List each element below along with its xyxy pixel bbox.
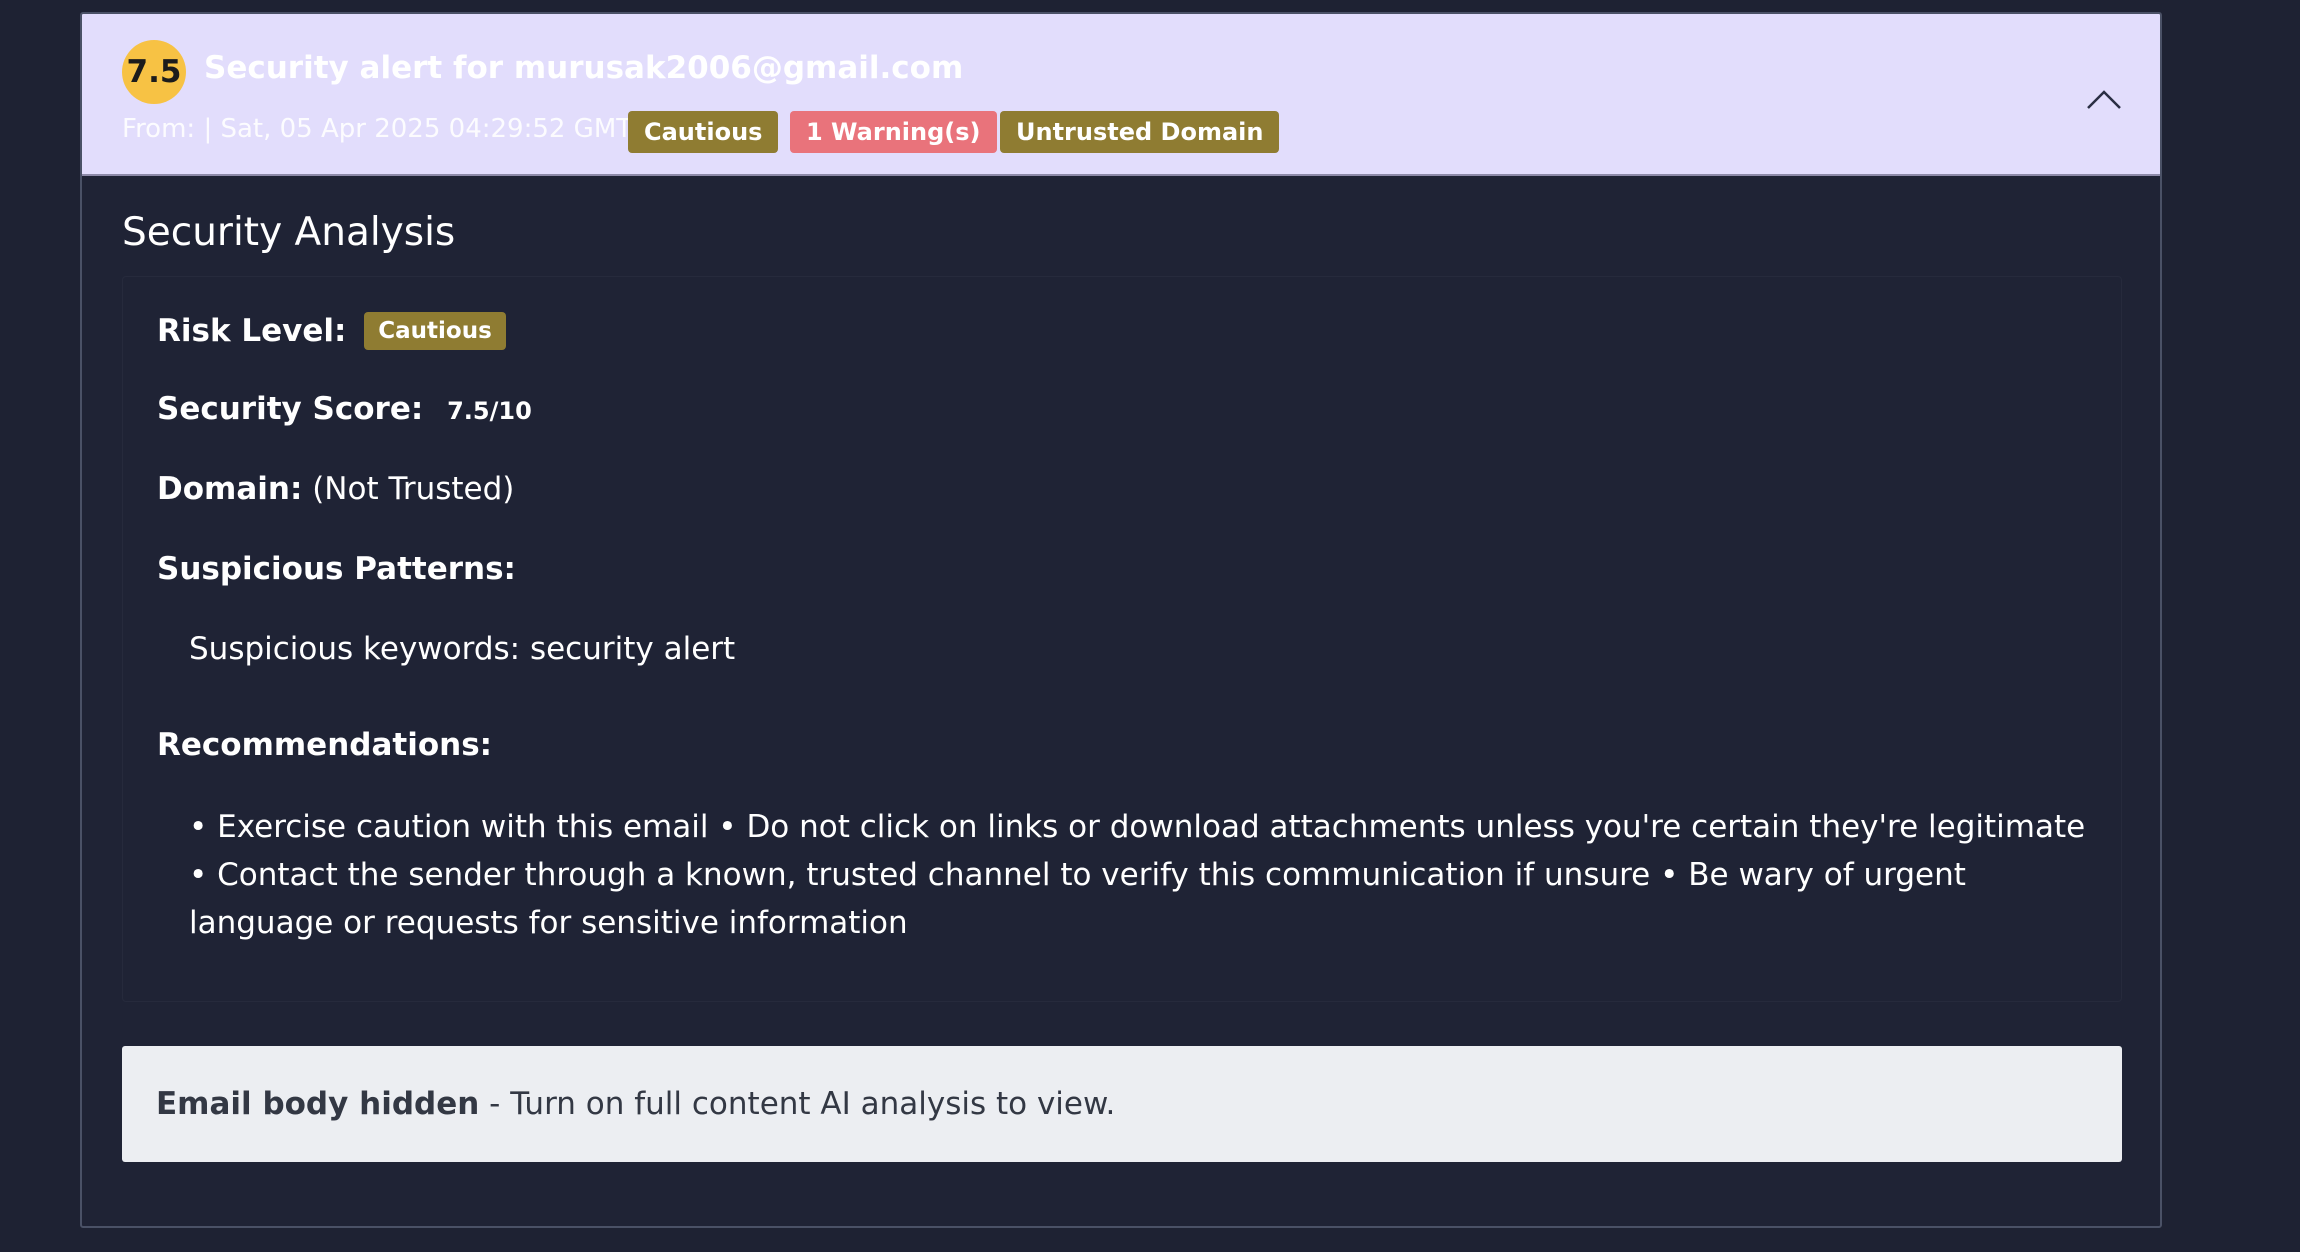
domain-value: (Not Trusted) [312,471,515,507]
analysis-panel: Risk Level: Cautious Security Score: 7.5… [122,276,2122,1002]
email-body-hidden-notice: Email body hidden - Turn on full content… [122,1046,2122,1162]
chevron-up-icon[interactable] [2084,84,2124,114]
warnings-badge: 1 Warning(s) [790,111,997,153]
security-score-value: 7.5/10 [447,397,532,425]
email-from-date: From: | Sat, 05 Apr 2025 04:29:52 GMT [122,114,633,144]
security-score-label: Security Score: [157,391,424,427]
suspicious-patterns-label: Suspicious Patterns: [157,551,516,587]
untrusted-domain-badge: Untrusted Domain [1000,111,1280,153]
domain-row: Domain: (Not Trusted) [157,471,514,507]
recommendations-text: • Exercise caution with this email • Do … [189,809,2086,941]
email-security-card: 7.5 Security alert for murusak2006@gmail… [80,12,2162,1228]
security-score-row: Security Score: 7.5/10 [157,391,532,427]
email-header[interactable]: 7.5 Security alert for murusak2006@gmail… [82,14,2160,176]
body-hidden-text: - Turn on full content AI analysis to vi… [479,1086,1116,1122]
score-circle: 7.5 [122,40,186,104]
risk-badge: Cautious [628,111,779,153]
section-title: Security Analysis [122,210,456,255]
recommendations-label: Recommendations: [157,727,493,763]
risk-level-badge: Cautious [364,311,506,350]
risk-level-row: Risk Level: Cautious [157,311,506,352]
email-subject: Security alert for murusak2006@gmail.com [204,50,964,86]
domain-label: Domain: [157,471,303,507]
suspicious-patterns-value: Suspicious keywords: security alert [189,631,736,667]
risk-level-label: Risk Level: [157,313,347,349]
body-hidden-title: Email body hidden [156,1086,480,1122]
